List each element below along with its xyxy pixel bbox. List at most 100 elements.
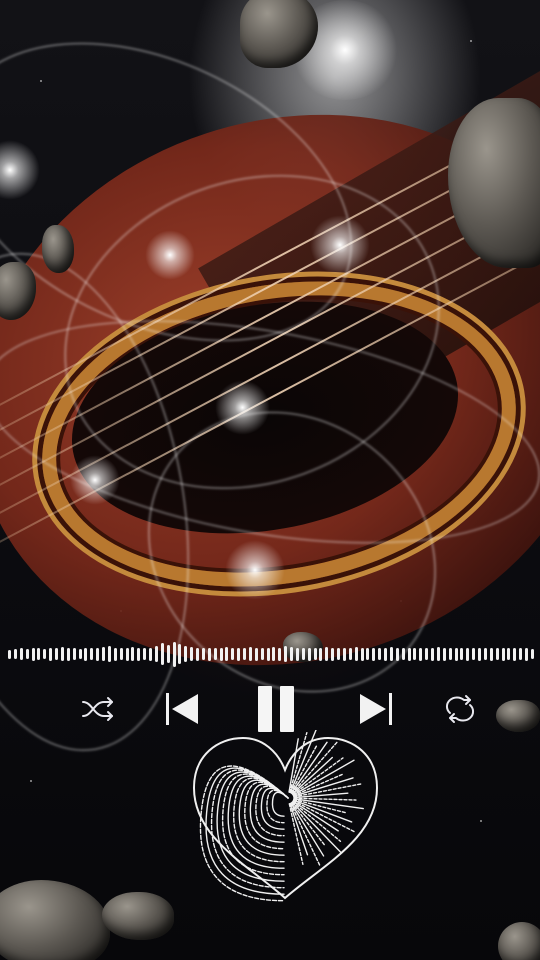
visualizer-bar [119, 648, 123, 660]
visualizer-bar [378, 648, 382, 660]
visualizer-bar [507, 648, 511, 660]
visualizer-bar [84, 647, 88, 661]
visualizer-bar [431, 647, 434, 661]
visualizer-bar [213, 648, 217, 660]
shuffle-button[interactable] [78, 684, 118, 734]
visualizer-bar [254, 647, 258, 661]
visualizer-bar [172, 641, 176, 667]
visualizer-bar [360, 647, 364, 661]
visualizer-bar [125, 647, 129, 661]
visualizer-bar [231, 648, 235, 660]
star [480, 820, 482, 822]
visualizer-bar [143, 648, 147, 660]
visualizer-bar [248, 647, 252, 661]
shuffle-icon [82, 697, 113, 721]
visualizer-bar [102, 647, 105, 661]
visualizer-bar [295, 647, 299, 661]
previous-button[interactable] [160, 684, 204, 734]
visualizer-bar [19, 648, 23, 660]
visualizer-bar [78, 649, 82, 659]
visualizer-bar [160, 643, 164, 665]
visualizer-bar [331, 647, 335, 661]
light-flare [70, 455, 120, 505]
visualizer-bar [348, 648, 352, 660]
heart-logo [188, 727, 383, 905]
visualizer-bar [196, 647, 199, 661]
visualizer-bar [384, 647, 387, 661]
visualizer-bar [372, 647, 376, 661]
visualizer-bar [460, 648, 464, 660]
visualizer-bar [166, 645, 170, 663]
star [470, 40, 472, 42]
visualizer-bar [407, 647, 411, 661]
visualizer-bar [107, 646, 111, 662]
visualizer-bar [530, 649, 534, 659]
visualizer-bar [454, 647, 458, 661]
skip-previous-icon [166, 693, 198, 725]
audio-visualizer [8, 640, 534, 668]
playback-controls [0, 684, 540, 734]
visualizer-bar [337, 648, 340, 660]
light-flare [215, 380, 270, 435]
visualizer-bar [395, 647, 399, 661]
visualizer-bar [60, 647, 64, 661]
visualizer-bar [413, 648, 417, 660]
visualizer-bar [207, 647, 211, 661]
visualizer-bar [354, 647, 358, 661]
visualizer-bar [184, 646, 188, 662]
visualizer-bar [225, 647, 229, 661]
visualizer-bar [55, 648, 58, 660]
visualizer-bar [513, 647, 517, 661]
visualizer-bar [8, 649, 11, 659]
visualizer-bar [284, 646, 288, 662]
visualizer-bar [419, 647, 423, 661]
visualizer-bar [37, 648, 41, 660]
visualizer-bar [301, 648, 305, 660]
asteroid [42, 225, 74, 273]
visualizer-bar [366, 648, 370, 660]
skip-next-icon [360, 693, 392, 725]
visualizer-bar [154, 646, 158, 662]
visualizer-bar [43, 649, 47, 659]
repeat-button[interactable] [438, 684, 482, 734]
visualizer-bar [49, 647, 53, 661]
visualizer-bar [278, 647, 282, 661]
visualizer-bar [237, 647, 241, 661]
light-flare [145, 230, 195, 280]
visualizer-bar [425, 648, 429, 660]
pause-icon [258, 686, 294, 732]
light-flare [225, 540, 285, 600]
visualizer-bar [313, 648, 317, 660]
light-flare [310, 215, 370, 275]
visualizer-bar [342, 647, 346, 661]
visualizer-bar [25, 649, 29, 659]
visualizer-bar [31, 647, 35, 661]
visualizer-bar [137, 647, 141, 661]
visualizer-bar [319, 647, 323, 661]
visualizer-bar [525, 647, 528, 661]
visualizer-bar [436, 647, 440, 661]
visualizer-bar [389, 647, 393, 661]
visualizer-bar [472, 648, 476, 660]
visualizer-bar [190, 647, 194, 661]
visualizer-bar [466, 647, 470, 661]
visualizer-bar [90, 648, 94, 660]
visualizer-bar [72, 648, 76, 660]
visualizer-bar [495, 648, 499, 660]
pause-button[interactable] [250, 684, 302, 734]
next-button[interactable] [354, 684, 398, 734]
visualizer-bar [307, 647, 311, 661]
visualizer-bar [501, 647, 505, 661]
visualizer-bar [113, 647, 117, 661]
visualizer-bar [243, 648, 246, 660]
visualizer-bar [266, 647, 270, 661]
visualizer-bar [519, 648, 523, 660]
visualizer-bar [448, 648, 452, 660]
visualizer-bar [325, 647, 329, 661]
visualizer-bar [483, 648, 487, 660]
visualizer-bar [13, 649, 17, 659]
visualizer-bar [149, 647, 152, 661]
visualizer-bar [442, 647, 446, 661]
repeat-icon [445, 695, 475, 723]
visualizer-bar [489, 647, 493, 661]
